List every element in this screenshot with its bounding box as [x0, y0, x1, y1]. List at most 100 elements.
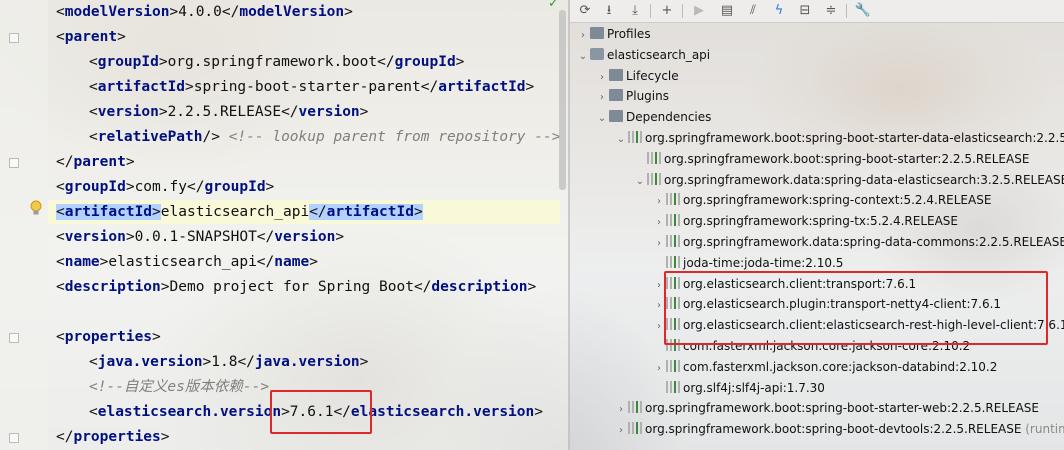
tree-node-label: org.springframework.data:spring-data-com…: [683, 235, 1064, 249]
xml-tag-name: groupId: [204, 179, 266, 195]
xml-text-value: spring-boot-starter-parent: [193, 79, 421, 95]
execute-goal-icon[interactable]: ▤: [718, 2, 736, 20]
fold-marker-icon[interactable]: [9, 433, 19, 443]
code-line[interactable]: <version>2.2.5.RELEASE</version>: [89, 100, 368, 124]
tree-node[interactable]: › org.springframework.data:spring-data-co…: [652, 232, 1064, 252]
toolbar-separator: [682, 4, 683, 18]
editor-scrollbar[interactable]: [559, 10, 566, 190]
bracket: >: [158, 54, 168, 70]
refresh-icon[interactable]: ⟳: [576, 2, 594, 20]
library-icon: [666, 359, 680, 372]
chevron-right-icon[interactable]: ›: [576, 26, 590, 46]
bracket: <: [56, 29, 65, 45]
code-line[interactable]: <properties>: [56, 325, 161, 349]
toolbar-separator: [650, 4, 651, 18]
bracket: <: [89, 354, 98, 370]
maven-tool-window[interactable]: ⟳ ⭳ ⤓ + ▶ ▤ ⫽ ϟ ⊟ ≑ 🔧 › Profiles ⌄ elasticsearch_api ›…: [570, 0, 1064, 450]
chevron-right-icon[interactable]: ›: [614, 421, 628, 441]
library-icon: [628, 131, 642, 143]
code-line[interactable]: </properties>: [56, 425, 170, 449]
run-icon[interactable]: ▶: [690, 2, 708, 20]
code-line[interactable]: <description>Demo project for Spring Boo…: [56, 275, 536, 299]
bracket: <: [89, 129, 98, 145]
bracket: </: [221, 4, 240, 20]
chevron-right-icon[interactable]: ›: [652, 234, 666, 254]
tree-node-label: org.springframework.boot:spring-boot-sta…: [645, 401, 1039, 416]
tree-node[interactable]: › Lifecycle: [595, 66, 679, 86]
code-line[interactable]: <groupId>com.fy</groupId>: [56, 175, 274, 199]
bracket: <: [56, 4, 65, 20]
tree-node[interactable]: org.springframework.boot:spring-boot-sta…: [633, 149, 1029, 169]
download-icon[interactable]: ⤓: [626, 2, 644, 20]
bracket: >: [309, 254, 318, 270]
bracket: <: [56, 279, 65, 295]
bracket: </: [56, 154, 74, 170]
xml-editor[interactable]: <modelVersion>4.0.0</modelVersion> <paren…: [0, 0, 568, 450]
code-line[interactable]: <relativePath/> <!-- lookup parent from …: [89, 125, 560, 149]
code-line[interactable]: </parent>: [56, 150, 135, 174]
xml-tag-name: version: [298, 104, 360, 120]
code-line[interactable]: <artifactId>spring-boot-starter-parent</…: [89, 75, 534, 99]
code-line[interactable]: <version>0.0.1-SNAPSHOT</version>: [56, 225, 344, 249]
chevron-right-icon[interactable]: ›: [614, 400, 628, 420]
chevron-down-icon[interactable]: ⌄: [576, 47, 590, 67]
chevron-right-icon[interactable]: ›: [652, 359, 666, 379]
xml-text-value: elasticsearch_api: [160, 204, 310, 220]
lightbulb-icon[interactable]: [30, 200, 42, 216]
bracket: </: [413, 279, 432, 295]
tree-node-label: Lifecycle: [626, 68, 679, 83]
tree-node[interactable]: › org.springframework:spring-tx:5.2.4.REL…: [652, 211, 958, 231]
code-line[interactable]: <!--自定义es版本依赖-->: [89, 375, 269, 399]
toggle-offline-icon[interactable]: ⫽: [744, 2, 762, 20]
tree-node[interactable]: org.slf4j:slf4j-api:1.7.30: [652, 378, 825, 398]
settings-wrench-icon[interactable]: 🔧: [854, 2, 872, 20]
xml-tag-name: version: [97, 104, 159, 120]
chevron-down-icon[interactable]: ⌄: [614, 130, 628, 150]
tree-node[interactable]: › org.springframework.boot:spring-boot-st…: [614, 398, 1039, 418]
bracket: >: [359, 354, 369, 370]
bracket: </: [420, 79, 439, 95]
chevron-right-icon[interactable]: ›: [595, 68, 609, 88]
folder-icon: [609, 68, 623, 81]
bracket: >: [117, 29, 126, 45]
chevron-down-icon[interactable]: ⌄: [595, 109, 609, 129]
tree-node-label: Plugins: [626, 89, 669, 104]
tree-node[interactable]: › Plugins: [595, 86, 669, 106]
fold-marker-icon[interactable]: [9, 33, 19, 43]
tree-node[interactable]: joda-time:joda-time:2.10.5: [652, 253, 843, 273]
code-line[interactable]: <artifactId>elasticsearch_api</artifactI…: [56, 200, 423, 224]
bracket: <: [89, 79, 98, 95]
skip-tests-icon[interactable]: ϟ: [770, 2, 788, 20]
tree-node[interactable]: ⌄ Dependencies: [595, 107, 711, 127]
bracket: >: [160, 429, 170, 445]
bracket: <: [89, 104, 98, 120]
code-line[interactable]: <parent>: [56, 25, 126, 49]
fold-marker-icon[interactable]: [9, 333, 19, 343]
chevron-right-icon[interactable]: ›: [652, 192, 666, 212]
code-line[interactable]: <modelVersion>4.0.0</modelVersion>: [56, 0, 353, 24]
show-dependencies-icon[interactable]: ⊟: [796, 2, 814, 20]
tree-node[interactable]: ⌄ org.springframework.data:spring-data-el…: [633, 170, 1064, 190]
chevron-down-icon[interactable]: ⌄: [633, 172, 647, 192]
code-line[interactable]: <java.version>1.8</java.version>: [89, 350, 368, 374]
add-icon[interactable]: +: [658, 2, 676, 20]
tree-node[interactable]: ⌄ elasticsearch_api: [576, 45, 710, 65]
tree-node[interactable]: ⌄ org.springframework.boot:spring-boot-st…: [614, 128, 1064, 148]
chevron-right-icon[interactable]: ›: [652, 213, 666, 233]
bracket: >: [335, 229, 345, 245]
xml-tag-name: version: [64, 229, 126, 245]
code-line[interactable]: <groupId>org.springframework.boot</group…: [89, 50, 464, 74]
tree-node[interactable]: › org.springframework.boot:spring-boot-de…: [614, 419, 1064, 439]
code-line[interactable]: <name>elasticsearch_api</name>: [56, 250, 318, 274]
tree-node[interactable]: › com.fasterxml.jackson.core:jackson-data…: [652, 357, 997, 377]
xml-text-value: org.springframework.boot: [167, 54, 378, 70]
collapse-all-icon[interactable]: ≑: [822, 2, 840, 20]
fold-marker-icon[interactable]: [9, 158, 19, 168]
reimport-icon[interactable]: ⭳: [600, 2, 618, 20]
chevron-right-icon[interactable]: ›: [595, 88, 609, 108]
tree-node[interactable]: › Profiles: [576, 24, 651, 44]
xml-text-value: com.fy: [134, 179, 187, 195]
bracket: </: [256, 254, 275, 270]
tree-node-label: org.springframework.boot:spring-boot-sta…: [645, 131, 1064, 145]
tree-node[interactable]: › org.springframework:spring-context:5.2.…: [652, 190, 991, 210]
